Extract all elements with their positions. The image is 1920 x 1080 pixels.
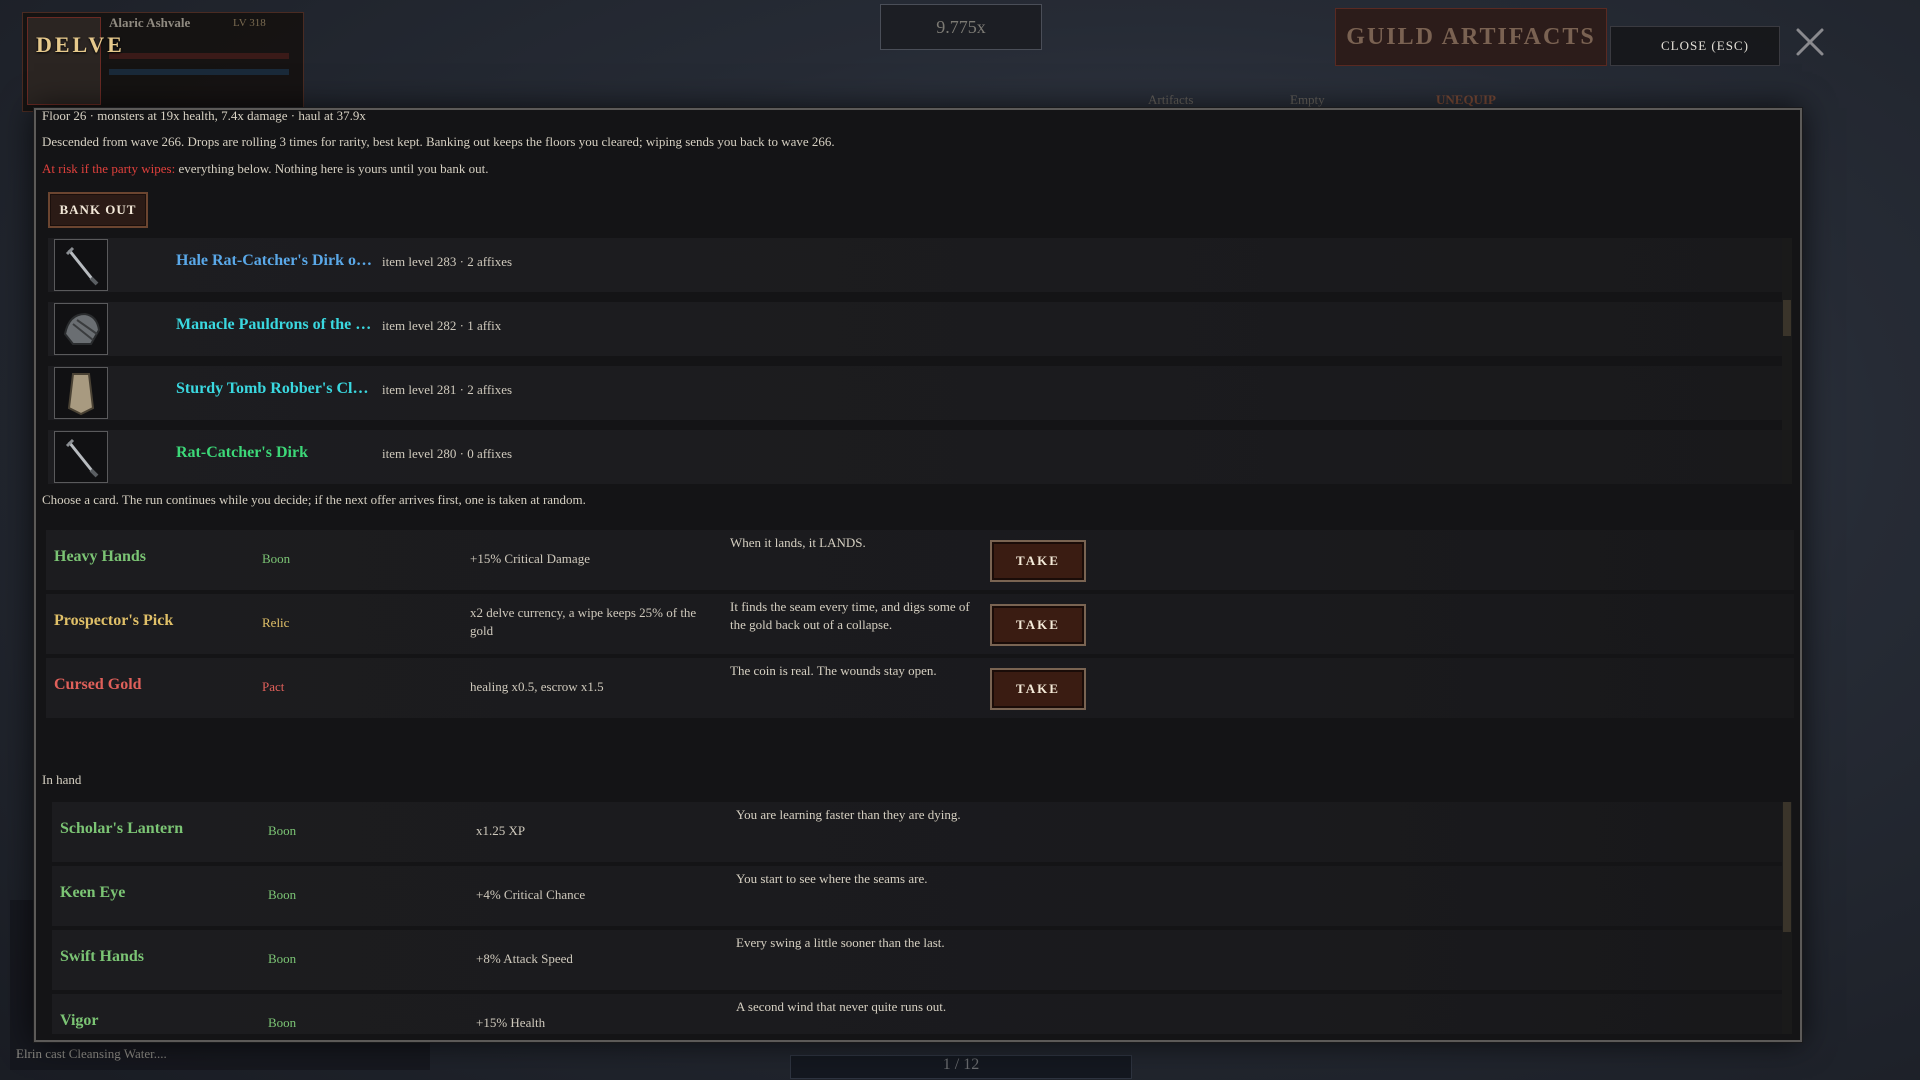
card-effect: healing x0.5, escrow x1.5 [470, 679, 604, 694]
card-type: Boon [268, 951, 297, 966]
dagger-icon [54, 431, 108, 483]
character-avatar [27, 17, 101, 105]
take-button[interactable]: TAKE [990, 668, 1086, 710]
card-effect: +15% Health [476, 1015, 546, 1030]
loot-meta: item level 280 · 0 affixes [382, 446, 513, 461]
card-effect: x2 delve currency, a wipe keeps 25% of t… [470, 605, 697, 638]
hand-card-row: Swift Hands Boon +8% Attack Speed Every … [52, 930, 1788, 990]
character-name: Alaric Ashvale [109, 15, 191, 30]
card-type: Boon [268, 1015, 297, 1030]
hand-scroll-thumb[interactable] [1783, 802, 1791, 932]
card-flavor: You start to see where the seams are. [736, 871, 928, 886]
card-name: Heavy Hands [54, 548, 147, 565]
loot-row[interactable]: Sturdy Tomb Robber's Cloak item level 28… [48, 366, 1792, 420]
risk-label: At risk if the party wipes: [42, 161, 176, 176]
character-portrait-panel: Alaric Ashvale LV 318 [22, 12, 304, 112]
loot-name: Rat-Catcher's Dirk [176, 444, 308, 461]
wave-multiplier: 9.775x [880, 4, 1042, 50]
guild-artifacts-title: GUILD ARTIFACTS [1335, 8, 1607, 66]
offer-card-row: Heavy Hands Boon +15% Critical Damage Wh… [46, 530, 1794, 590]
hand-card-row: Scholar's Lantern Boon x1.25 XP You are … [52, 802, 1788, 862]
in-hand-label: In hand [42, 772, 82, 787]
tab-artifacts: Artifacts [1148, 92, 1194, 107]
card-type: Boon [268, 823, 297, 838]
card-flavor: When it lands, it LANDS. [730, 535, 866, 550]
loot-meta: item level 281 · 2 affixes [382, 382, 513, 397]
card-type: Relic [262, 615, 290, 630]
loot-row[interactable]: Manacle Pauldrons of the Hollow item lev… [48, 302, 1792, 356]
offer-card-row: Prospector's Pick Relic x2 delve currenc… [46, 594, 1794, 654]
close-button[interactable]: CLOSE (ESC) [1610, 26, 1780, 66]
card-effect: +4% Critical Chance [476, 887, 586, 902]
risk-warning: At risk if the party wipes: everything b… [42, 161, 489, 177]
card-type: Pact [262, 679, 285, 694]
card-flavor: It finds the seam every time, and digs s… [730, 599, 970, 632]
card-flavor: Every swing a little sooner than the las… [736, 935, 945, 950]
tab-unequip: UNEQUIP [1436, 92, 1496, 107]
health-bar [109, 53, 289, 59]
loot-row[interactable]: Rat-Catcher's Dirk item level 280 · 0 af… [48, 430, 1792, 484]
offer-prompt: Choose a card. The run continues while y… [42, 492, 586, 507]
take-button[interactable]: TAKE [990, 604, 1086, 646]
descent-info: Descended from wave 266. Drops are rolli… [42, 134, 835, 149]
character-level: LV 318 [233, 17, 266, 29]
take-button[interactable]: TAKE [990, 540, 1086, 582]
risk-text: everything below. Nothing here is yours … [178, 161, 489, 176]
card-name: Scholar's Lantern [60, 820, 184, 837]
offer-card-row: Cursed Gold Pact healing x0.5, escrow x1… [46, 658, 1794, 718]
pauldron-icon [54, 303, 108, 355]
hand-card-row: Keen Eye Boon +4% Critical Chance You st… [52, 866, 1788, 926]
hand-card-row: Vigor Boon +15% Health A second wind tha… [52, 994, 1788, 1034]
cloak-icon [54, 367, 108, 419]
card-type: Boon [262, 551, 291, 566]
loot-scroll-thumb[interactable] [1783, 300, 1791, 336]
card-flavor: The coin is real. The wounds stay open. [730, 663, 937, 678]
card-flavor: You are learning faster than they are dy… [736, 807, 961, 822]
close-label: CLOSE (ESC) [1661, 38, 1749, 53]
close-icon[interactable] [1792, 24, 1828, 60]
card-name: Vigor [60, 1012, 99, 1029]
loot-name: Manacle Pauldrons of the Hollow [176, 316, 376, 333]
floor-status: Floor 26 · monsters at 19x health, 7.4x … [42, 108, 366, 123]
card-type: Boon [268, 887, 297, 902]
bank-out-button[interactable]: BANK OUT [48, 192, 148, 228]
loot-scrollbar[interactable] [1782, 238, 1792, 484]
loot-meta: item level 282 · 1 affix [382, 318, 502, 333]
card-name: Cursed Gold [54, 676, 142, 693]
mana-bar [109, 69, 289, 75]
card-name: Keen Eye [60, 884, 126, 901]
card-effect: +15% Critical Damage [470, 551, 590, 566]
loot-row[interactable]: Hale Rat-Catcher's Dirk of the Mole item… [48, 238, 1792, 292]
dagger-icon [54, 239, 108, 291]
card-flavor: A second wind that never quite runs out. [736, 999, 947, 1014]
hand-scrollbar[interactable] [1782, 802, 1792, 1034]
card-effect: x1.25 XP [476, 823, 526, 838]
combat-log-line: Elrin cast Cleansing Water.... [16, 1046, 167, 1061]
tab-empty: Empty [1290, 92, 1325, 107]
loot-meta: item level 283 · 2 affixes [382, 254, 513, 269]
delve-panel: Floor 26 · monsters at 19x health, 7.4x … [34, 108, 1802, 1042]
loot-name: Hale Rat-Catcher's Dirk of the Mole [176, 252, 376, 269]
card-name: Prospector's Pick [54, 612, 174, 629]
card-name: Swift Hands [60, 948, 145, 965]
loot-name: Sturdy Tomb Robber's Cloak [176, 380, 376, 397]
delve-title: DELVE [36, 32, 125, 57]
pager: 1 / 12 [790, 1055, 1132, 1079]
card-effect: +8% Attack Speed [476, 951, 573, 966]
